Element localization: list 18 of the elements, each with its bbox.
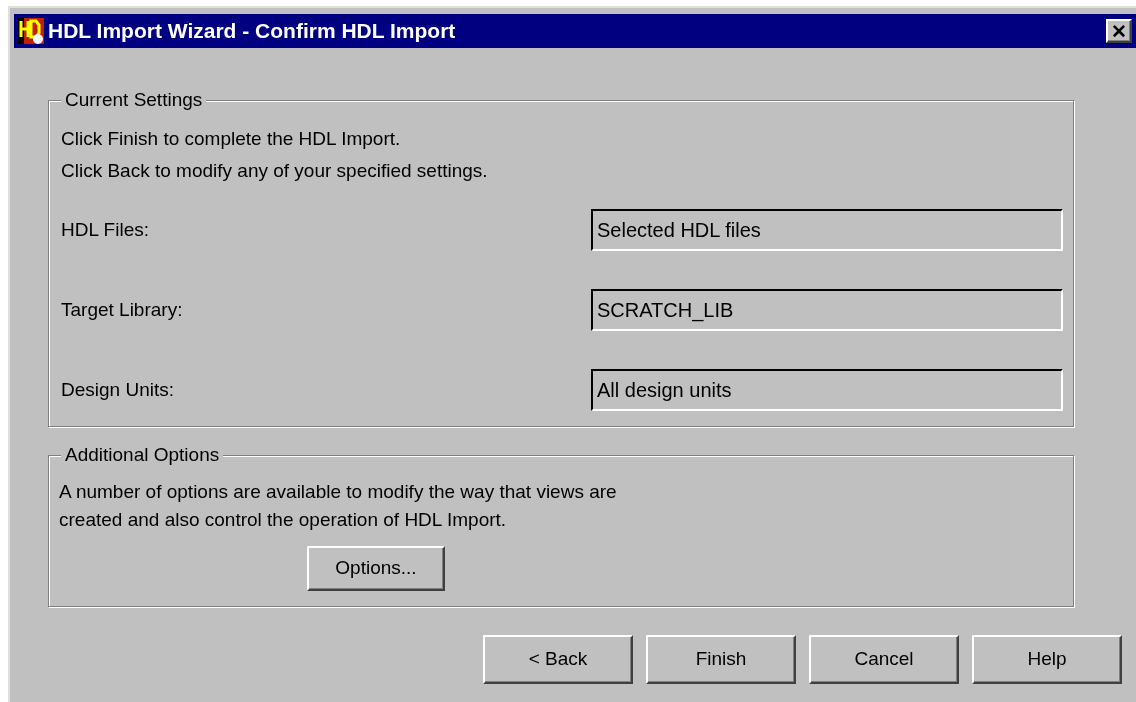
app-logo-icon	[18, 18, 44, 44]
wizard-button[interactable]: Help	[972, 635, 1122, 684]
wizard-button[interactable]: Cancel	[809, 635, 959, 684]
instruction-text: Click Finish to complete the HDL Import.	[61, 127, 402, 151]
wizard-button[interactable]: Finish	[646, 635, 796, 684]
window-title: HDL Import Wizard - Confirm HDL Import	[48, 18, 456, 45]
wizard-button[interactable]: < Back	[483, 635, 633, 684]
description-text: created and also control the operation of HDL Import.	[59, 508, 508, 532]
read-only-field[interactable]: All design units	[591, 369, 1063, 411]
instruction-text: Click Back to modify any of your specified settings.	[61, 159, 489, 183]
field-label: Design Units:	[60, 377, 175, 402]
read-only-field[interactable]: SCRATCH_LIB	[591, 289, 1063, 331]
read-only-field[interactable]: Selected HDL files	[591, 209, 1063, 251]
options-button[interactable]: Options...	[307, 546, 445, 591]
field-label: HDL Files:	[60, 217, 150, 242]
field-label: Target Library:	[60, 297, 184, 322]
close-button[interactable]: ✕	[1106, 19, 1132, 43]
description-text: A number of options are available to modify the way that views are	[59, 480, 618, 504]
